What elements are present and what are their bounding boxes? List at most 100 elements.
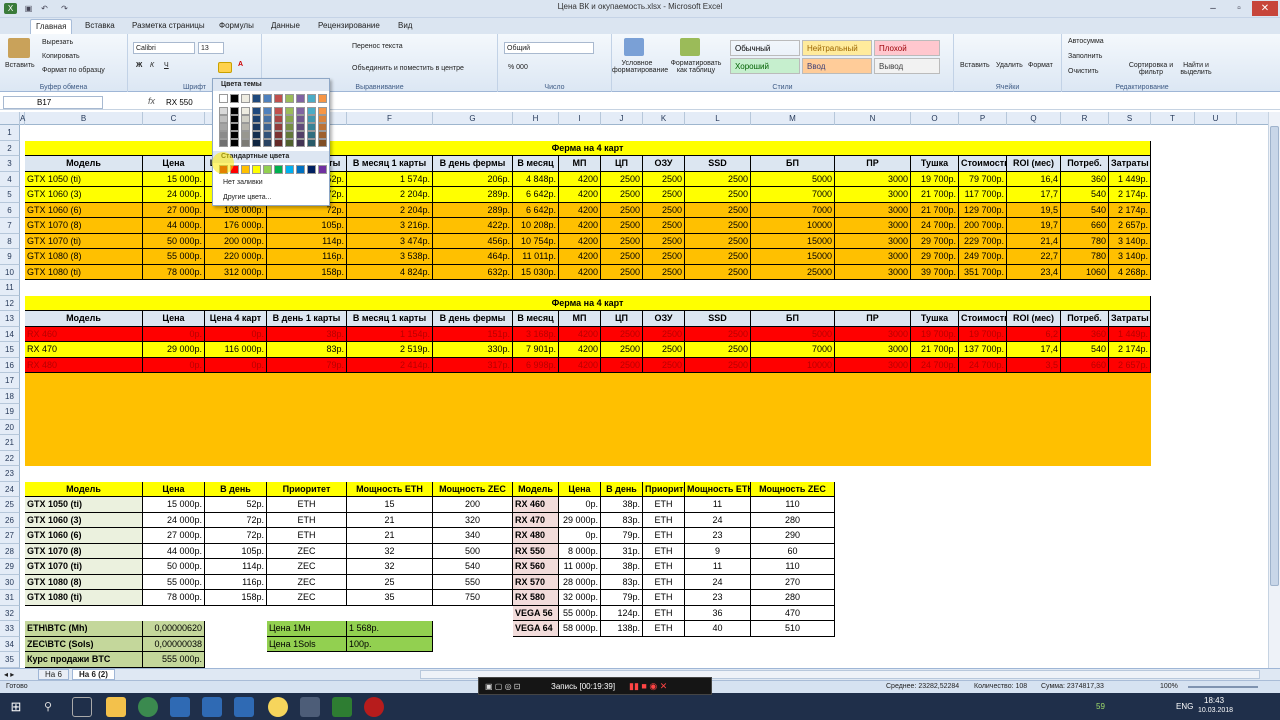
table-cell[interactable]: 17,7: [1007, 187, 1061, 203]
table-cell[interactable]: 44 000р.: [143, 543, 205, 559]
table-cell[interactable]: 158р.: [205, 590, 267, 606]
price-label[interactable]: Цена 1Мн: [267, 621, 347, 637]
column-title[interactable]: МП: [559, 311, 601, 327]
theme-shade-swatch[interactable]: [274, 139, 283, 147]
table-cell[interactable]: 6,2: [1007, 326, 1061, 342]
standard-color-swatch[interactable]: [318, 165, 327, 174]
table-cell[interactable]: ETH: [643, 512, 685, 528]
table-cell[interactable]: 24 000р.: [143, 512, 205, 528]
table-cell[interactable]: 540: [1061, 342, 1109, 358]
row-header-cell[interactable]: 10: [0, 264, 20, 280]
table-cell[interactable]: GTX 1060 (6): [25, 202, 143, 218]
table-cell[interactable]: 4200: [559, 342, 601, 358]
column-title[interactable]: МП: [559, 156, 601, 172]
table-cell[interactable]: RX 480: [25, 357, 143, 373]
sort-filter-button[interactable]: Сортировка и фильтр: [1128, 62, 1174, 76]
table-cell[interactable]: 289р.: [433, 187, 513, 203]
theme-shade-swatch[interactable]: [307, 139, 316, 147]
theme-shade-swatch[interactable]: [219, 139, 228, 147]
row-header-cell[interactable]: 20: [0, 419, 20, 435]
theme-shade-swatch[interactable]: [252, 115, 261, 123]
column-title[interactable]: Мощность ETH: [347, 481, 433, 497]
theme-shade-swatch[interactable]: [241, 123, 250, 131]
column-header-cell[interactable]: H: [513, 112, 559, 125]
table-cell[interactable]: 60: [751, 543, 835, 559]
column-title[interactable]: ЦП: [601, 156, 643, 172]
row-header-cell[interactable]: 30: [0, 574, 20, 590]
table-cell[interactable]: 3000: [835, 326, 911, 342]
style-bad[interactable]: Плохой: [874, 40, 940, 56]
row-header-cell[interactable]: 35: [0, 652, 20, 668]
table-cell[interactable]: 19 700р.: [911, 171, 959, 187]
underline-button[interactable]: Ч: [164, 62, 169, 69]
column-title[interactable]: БП: [751, 156, 835, 172]
column-header-cell[interactable]: K: [643, 112, 685, 125]
table-cell[interactable]: 2500: [685, 187, 751, 203]
table-cell[interactable]: 4200: [559, 264, 601, 280]
column-header-cell[interactable]: J: [601, 112, 643, 125]
theme-shade-swatch[interactable]: [296, 107, 305, 115]
store-icon[interactable]: [170, 697, 190, 717]
table-cell[interactable]: 38р.: [601, 497, 643, 513]
column-header-cell[interactable]: L: [685, 112, 751, 125]
table-cell[interactable]: RX 470: [25, 342, 143, 358]
table-cell[interactable]: 40: [685, 621, 751, 637]
zoom-slider[interactable]: [1188, 686, 1258, 688]
paste-button[interactable]: Вставить: [5, 62, 35, 69]
table-cell[interactable]: 360: [1061, 171, 1109, 187]
table-cell[interactable]: 2500: [685, 342, 751, 358]
table-cell[interactable]: 23,4: [1007, 264, 1061, 280]
theme-shade-swatch[interactable]: [230, 123, 239, 131]
table-cell[interactable]: 24 700р.: [911, 218, 959, 234]
table-cell[interactable]: 55 000р.: [559, 605, 601, 621]
column-title[interactable]: Модель: [25, 311, 143, 327]
copy-button[interactable]: Копировать: [42, 53, 80, 60]
table-cell[interactable]: 23: [685, 528, 751, 544]
row-header-cell[interactable]: 13: [0, 311, 20, 327]
table-cell[interactable]: 110: [751, 559, 835, 575]
theme-shade-swatch[interactable]: [241, 107, 250, 115]
column-title[interactable]: SSD: [685, 156, 751, 172]
theme-shade-swatch[interactable]: [318, 131, 327, 139]
column-title[interactable]: Тушка: [911, 311, 959, 327]
table-cell[interactable]: 660: [1061, 218, 1109, 234]
table-cell[interactable]: 17,4: [1007, 342, 1061, 358]
theme-shade-swatch[interactable]: [318, 115, 327, 123]
theme-shade-swatch[interactable]: [274, 107, 283, 115]
table-cell[interactable]: 500: [433, 543, 513, 559]
windows-icon[interactable]: [234, 697, 254, 717]
row-header-cell[interactable]: 34: [0, 636, 20, 652]
table-cell[interactable]: ZEC: [267, 590, 347, 606]
table-cell[interactable]: 55 000р.: [143, 574, 205, 590]
table-cell[interactable]: 129 700р.: [959, 202, 1007, 218]
table-cell[interactable]: 83р.: [601, 512, 643, 528]
table-cell[interactable]: 750: [433, 590, 513, 606]
table-cell[interactable]: 10000: [751, 357, 835, 373]
column-title[interactable]: ОЗУ: [643, 311, 685, 327]
table-cell[interactable]: 110: [751, 497, 835, 513]
table-cell[interactable]: ETH: [643, 559, 685, 575]
format-table-button[interactable]: Форматировать как таблицу: [668, 60, 724, 74]
table-cell[interactable]: 39 700р.: [911, 264, 959, 280]
table-cell[interactable]: 16,4: [1007, 171, 1061, 187]
tab-insert[interactable]: Вставка: [80, 19, 120, 34]
table-cell[interactable]: GTX 1070 (ti): [25, 559, 143, 575]
table-cell[interactable]: 158р.: [267, 264, 347, 280]
row-header-cell[interactable]: 32: [0, 605, 20, 621]
column-title[interactable]: В день: [601, 481, 643, 497]
table-cell[interactable]: 105р.: [205, 543, 267, 559]
table-cell[interactable]: 138р.: [601, 621, 643, 637]
theme-shade-swatch[interactable]: [219, 115, 228, 123]
column-title[interactable]: В день фермы: [433, 311, 513, 327]
select-all-corner[interactable]: [0, 112, 20, 125]
autosum-button[interactable]: Автосумма: [1068, 38, 1104, 45]
standard-color-swatch[interactable]: [285, 165, 294, 174]
insert-cells-button[interactable]: Вставить: [960, 62, 990, 69]
style-output[interactable]: Вывод: [874, 58, 940, 74]
table-cell[interactable]: 2500: [601, 171, 643, 187]
table-cell[interactable]: 2 519р.: [347, 342, 433, 358]
theme-shade-swatch[interactable]: [318, 123, 327, 131]
table-cell[interactable]: 3000: [835, 357, 911, 373]
theme-shade-swatch[interactable]: [285, 115, 294, 123]
table-cell[interactable]: 289р.: [433, 202, 513, 218]
